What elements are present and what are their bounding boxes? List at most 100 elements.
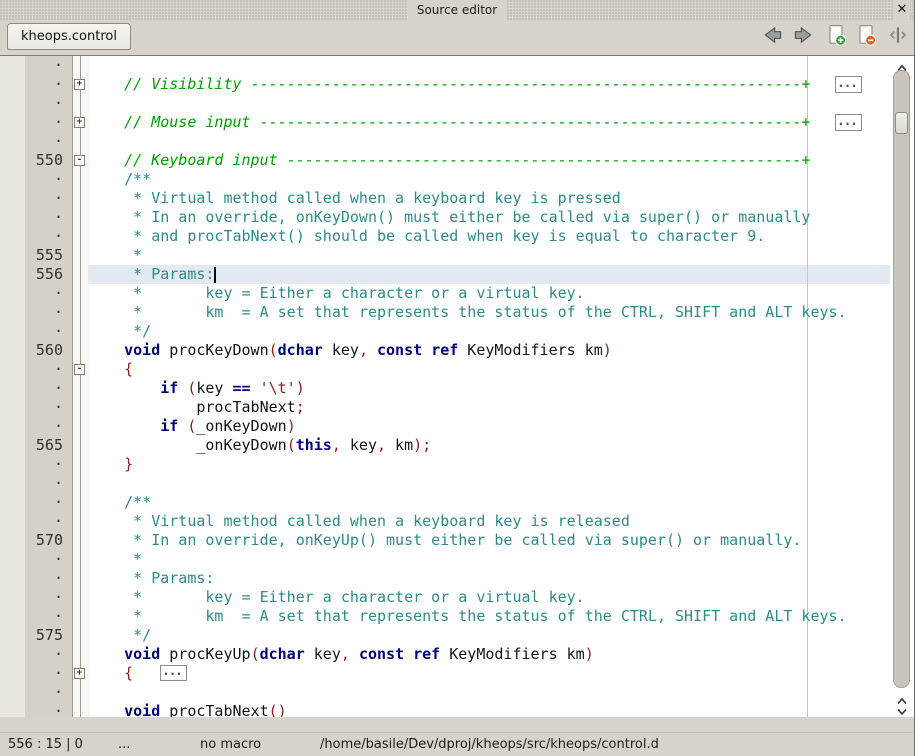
code-rows: ··+ // Visibility ----------------------… [0,56,915,717]
document-add-icon [824,23,848,47]
line-number: · [25,284,63,303]
code-row[interactable]: · * Virtual method called when a keyboar… [0,189,915,208]
code-row[interactable]: · /** [0,170,915,189]
code-text: } [88,455,133,474]
line-number: · [25,398,63,417]
splitter-icon [886,23,910,47]
fold-collapse-icon[interactable]: - [74,364,85,375]
tab-kheops-control[interactable]: kheops.control [7,23,131,50]
code-text: if (key == '\t') [88,379,305,398]
line-number: · [25,189,63,208]
code-row[interactable]: 556 * Params: [0,265,915,284]
line-number: · [25,113,63,132]
close-document-button[interactable] [854,23,878,47]
line-number: · [25,569,63,588]
close-icon[interactable]: ✕ [894,0,910,20]
code-row[interactable]: 570 * In an override, onKeyUp() must eit… [0,531,915,550]
line-number: · [25,227,63,246]
code-text: * [88,550,142,569]
status-panel-2: ... [118,733,130,756]
code-text: * Virtual method called when a keyboard … [88,512,630,531]
code-row[interactable]: · [0,474,915,493]
code-row[interactable]: · [0,683,915,702]
forward-button[interactable] [791,23,815,47]
code-text: * km = A set that represents the status … [88,303,847,322]
line-number: 565 [25,436,63,455]
line-number: · [25,208,63,227]
code-row[interactable]: · } [0,455,915,474]
back-button[interactable] [761,23,785,47]
code-row[interactable]: · * Virtual method called when a keyboar… [0,512,915,531]
document-remove-icon [854,23,878,47]
collapsed-fold-box[interactable]: ... [160,665,187,681]
window-title: Source editor [407,0,507,20]
line-number: · [25,170,63,189]
collapsed-fold-box[interactable]: ... [835,114,862,131]
code-text: */ [88,626,151,645]
code-row[interactable]: · void procTabNext() [0,702,915,717]
code-text: /** [88,170,151,189]
line-number: · [25,455,63,474]
code-text: * In an override, onKeyDown() must eithe… [88,208,810,227]
code-row[interactable]: ·+ {... [0,664,915,683]
horizontal-scrollbar[interactable] [0,717,915,732]
fold-collapse-icon[interactable]: - [74,155,85,166]
code-text: _onKeyDown(this, key, km); [88,436,431,455]
code-row[interactable]: · /** [0,493,915,512]
code-text: * In an override, onKeyUp() must either … [88,531,801,550]
new-document-button[interactable] [824,23,848,47]
code-row[interactable]: · * key = Either a character or a virtua… [0,284,915,303]
fold-expand-icon[interactable]: + [74,668,85,679]
line-number: · [25,588,63,607]
code-row[interactable]: 560 void procKeyDown(dchar key, const re… [0,341,915,360]
code-row[interactable]: · procTabNext; [0,398,915,417]
code-row[interactable]: · * key = Either a character or a virtua… [0,588,915,607]
code-text: // Keyboard input ----------------------… [88,151,810,170]
code-text: * Params: [88,569,214,588]
code-row[interactable]: 575 */ [0,626,915,645]
code-row[interactable]: ·+ // Visibility -----------------------… [0,75,915,94]
code-row[interactable]: ·- { [0,360,915,379]
code-row[interactable]: · if (_onKeyDown) [0,417,915,436]
line-number: 570 [25,531,63,550]
code-text: // Mouse input -------------------------… [88,113,810,132]
code-text: void procTabNext() [88,702,287,717]
code-row[interactable]: · * In an override, onKeyDown() must eit… [0,208,915,227]
macro-status: no macro [200,733,261,756]
collapsed-fold-box[interactable]: ... [835,76,862,93]
line-number: · [25,322,63,341]
title-bar: Source editor ✕ [0,0,914,20]
code-text: * km = A set that represents the status … [88,607,847,626]
code-text: procTabNext; [88,398,305,417]
code-row[interactable]: · * and procTabNext() should be called w… [0,227,915,246]
code-row[interactable]: · void procKeyUp(dchar key, const ref Ke… [0,645,915,664]
tab-strip: kheops.control [0,20,914,55]
code-row[interactable]: · * Params: [0,569,915,588]
code-row[interactable]: · */ [0,322,915,341]
line-number: · [25,550,63,569]
code-row[interactable]: 555 * [0,246,915,265]
code-row[interactable]: · + // Mouse input ----------------------… [0,113,915,132]
caret-position-status: 556 : 15 | 0 [8,733,83,756]
code-row[interactable]: · * km = A set that represents the statu… [0,303,915,322]
code-row[interactable]: · * [0,550,915,569]
code-row[interactable]: 565 _onKeyDown(this, key, km); [0,436,915,455]
fold-expand-icon[interactable]: + [74,79,85,90]
code-text: if (_onKeyDown) [88,417,296,436]
status-bar: 556 : 15 | 0 ... no macro /home/basile/D… [0,732,915,756]
line-number: · [25,512,63,531]
code-row[interactable]: · * km = A set that represents the statu… [0,607,915,626]
line-number: · [25,607,63,626]
code-text: * Virtual method called when a keyboard … [88,189,621,208]
code-text: /** [88,493,151,512]
code-row[interactable]: · [0,132,915,151]
code-editor[interactable]: ··+ // Visibility ----------------------… [0,55,915,717]
code-row[interactable]: · [0,56,915,75]
line-number: 556 [25,265,63,284]
code-row[interactable]: 550- // Keyboard input -----------------… [0,151,915,170]
split-view-button[interactable] [886,23,910,47]
fold-expand-icon[interactable]: + [74,117,85,128]
code-row[interactable]: · if (key == '\t') [0,379,915,398]
code-text: * [88,246,142,265]
code-row[interactable]: · [0,94,915,113]
